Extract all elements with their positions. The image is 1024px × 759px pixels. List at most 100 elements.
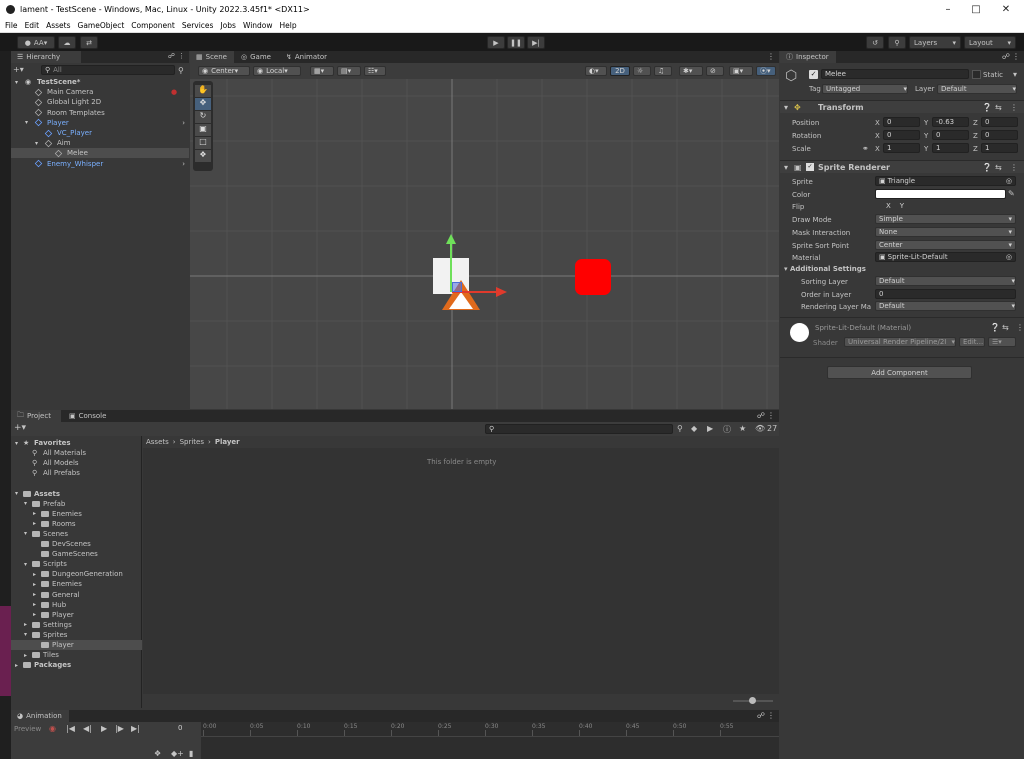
- add-event-icon[interactable]: ▮: [189, 749, 193, 758]
- menu-jobs[interactable]: Jobs: [220, 21, 235, 30]
- cloud-icon[interactable]: ☁: [58, 36, 76, 49]
- lock-icon[interactable]: ☍: [757, 411, 765, 420]
- preset-icon[interactable]: ⇆: [1002, 323, 1009, 332]
- project-tree-item[interactable]: GameScenes: [11, 549, 142, 559]
- more-icon[interactable]: ⋮: [178, 52, 185, 60]
- hand-tool-icon[interactable]: ✋: [195, 85, 211, 97]
- additional-settings-foldout[interactable]: ▾ Additional Settings: [784, 265, 866, 273]
- frame-field[interactable]: 0: [147, 723, 199, 733]
- project-tree-item[interactable]: ▸ DungeonGeneration: [11, 569, 142, 579]
- lighting-toggle[interactable]: ☼: [633, 66, 651, 76]
- tab-project[interactable]: 🗀 Project: [11, 410, 61, 422]
- project-tree-item[interactable]: ▸ Enemies: [11, 509, 142, 519]
- tab-game[interactable]: ◎ Game: [235, 51, 279, 63]
- chevron-down-icon[interactable]: ▾: [1008, 215, 1012, 223]
- component-menu-icon[interactable]: ⋮: [1016, 323, 1024, 332]
- project-tree-item[interactable]: ▸ Tiles: [11, 650, 142, 660]
- position-x-field[interactable]: 0: [883, 117, 920, 127]
- menu-component[interactable]: Component: [131, 21, 175, 30]
- menu-edit[interactable]: Edit: [25, 21, 40, 30]
- camera-dropdown[interactable]: ▣▾: [729, 66, 753, 76]
- scale-x-field[interactable]: 1: [883, 143, 920, 153]
- chevron-down-icon[interactable]: ▾: [1008, 228, 1012, 236]
- next-key-icon[interactable]: |▶: [115, 724, 124, 733]
- help-icon[interactable]: ❔: [982, 163, 992, 172]
- move-gizmo-plane-handle[interactable]: [452, 282, 462, 292]
- hierarchy-item[interactable]: Melee: [11, 148, 189, 159]
- mask-interaction-field[interactable]: None ▾: [875, 226, 1016, 237]
- hierarchy-item[interactable]: Enemy_Whisper ›: [11, 159, 189, 169]
- project-tree-item[interactable]: ⚲ All Materials: [11, 448, 142, 458]
- color-field[interactable]: [875, 188, 1006, 199]
- flip-toggles[interactable]: X Y: [875, 201, 935, 211]
- sprite-field[interactable]: ▣ Triangle ◎: [875, 176, 1016, 186]
- menu-services[interactable]: Services: [182, 21, 214, 30]
- visibility-icon[interactable]: 👁: [755, 424, 765, 433]
- help-icon[interactable]: ❔: [982, 103, 992, 112]
- minimize-icon[interactable]: –: [936, 0, 960, 19]
- lock-icon[interactable]: ☍: [1002, 52, 1010, 61]
- hierarchy-item[interactable]: ▾ ◉ TestScene*: [11, 77, 189, 87]
- breadcrumb-player[interactable]: Player: [215, 438, 240, 446]
- scale-y-field[interactable]: 1: [932, 143, 969, 153]
- more-icon[interactable]: ⋮: [767, 52, 775, 61]
- grid-snap-button[interactable]: ▦▾: [310, 66, 334, 76]
- expand-arrow-icon[interactable]: ▸: [33, 581, 36, 588]
- tab-console[interactable]: ▣ Console: [63, 410, 113, 422]
- project-tree-item[interactable]: ▸ Enemies: [11, 579, 142, 589]
- step-button[interactable]: ▶|: [527, 36, 545, 49]
- expand-arrow-icon[interactable]: ▸: [15, 662, 18, 669]
- icon-size-slider-thumb[interactable]: [749, 697, 756, 704]
- menu-window[interactable]: Window: [243, 21, 273, 30]
- breadcrumb-assets[interactable]: Assets: [146, 438, 169, 446]
- constrain-scale-icon[interactable]: ⚭: [862, 144, 869, 153]
- expand-arrow-icon[interactable]: ▸: [33, 601, 36, 608]
- hierarchy-item[interactable]: VC_Player: [11, 128, 189, 138]
- create-asset-button[interactable]: +▾: [14, 423, 26, 433]
- collab-icon[interactable]: ⇄: [80, 36, 98, 49]
- rotation-y-field[interactable]: 0: [932, 130, 969, 140]
- project-tree-item[interactable]: Player: [11, 640, 142, 650]
- sprite-sort-point-field[interactable]: Center ▾: [875, 239, 1016, 250]
- expand-arrow-icon[interactable]: ▾: [24, 631, 27, 638]
- project-search-input[interactable]: ⚲: [485, 424, 673, 434]
- more-icon[interactable]: ⋮: [767, 711, 775, 720]
- move-tool-icon[interactable]: ✥: [195, 98, 211, 110]
- project-tree-item[interactable]: ⚲ All Prefabs: [11, 468, 142, 478]
- move-gizmo-x-arrow[interactable]: [496, 287, 507, 297]
- tag-dropdown[interactable]: Untagged ▾: [822, 84, 908, 94]
- scene-viewport[interactable]: [190, 79, 779, 409]
- expand-arrow-icon[interactable]: ▸: [33, 520, 36, 527]
- add-component-button[interactable]: Add Component: [827, 366, 972, 379]
- account-button[interactable]: ● AA ▾: [17, 36, 55, 49]
- filter-keys-icon[interactable]: ❖: [154, 749, 161, 758]
- last-key-icon[interactable]: ▶|: [131, 724, 140, 733]
- active-checkbox[interactable]: ✓: [809, 70, 818, 79]
- record-icon[interactable]: ◉: [49, 724, 56, 733]
- expand-arrow-icon[interactable]: ▾: [35, 140, 38, 147]
- move-gizmo-y-arrow[interactable]: [446, 234, 456, 244]
- transform-header[interactable]: ▾ ✥ Transform ❔ ⇆ ⋮: [780, 100, 1024, 113]
- expand-arrow-icon[interactable]: ▸: [33, 591, 36, 598]
- expand-arrow-icon[interactable]: ▸: [24, 621, 27, 628]
- shader-edit-button[interactable]: Edit...: [959, 337, 985, 347]
- gizmos-dropdown[interactable]: ⦿▾: [756, 66, 776, 76]
- project-tree-item[interactable]: ▾ Prefab: [11, 499, 142, 509]
- eyedropper-icon[interactable]: ✎: [1008, 189, 1015, 198]
- component-menu-icon[interactable]: ⋮: [1010, 163, 1018, 172]
- sorting-layer-dropdown[interactable]: Default ▾: [875, 276, 1016, 286]
- maximize-icon[interactable]: □: [964, 0, 988, 19]
- static-dropdown-icon[interactable]: ▾: [1013, 70, 1017, 79]
- history-icon[interactable]: ↺: [866, 36, 884, 49]
- rect-tool-icon[interactable]: □: [195, 137, 211, 149]
- menu-help[interactable]: Help: [280, 21, 297, 30]
- audio-toggle[interactable]: ♫: [654, 66, 672, 76]
- transform-tool-icon[interactable]: ❖: [195, 150, 211, 162]
- expand-arrow-icon[interactable]: ▸: [33, 571, 36, 578]
- layers-dropdown[interactable]: Layers ▾: [909, 36, 961, 49]
- enemy-whisper-sprite[interactable]: [575, 259, 611, 295]
- add-object-button[interactable]: +▾: [13, 65, 33, 75]
- pause-button[interactable]: ❚❚: [507, 36, 525, 49]
- project-tree-item[interactable]: ▸ General: [11, 590, 142, 600]
- shader-options-button[interactable]: ☰▾: [988, 337, 1016, 347]
